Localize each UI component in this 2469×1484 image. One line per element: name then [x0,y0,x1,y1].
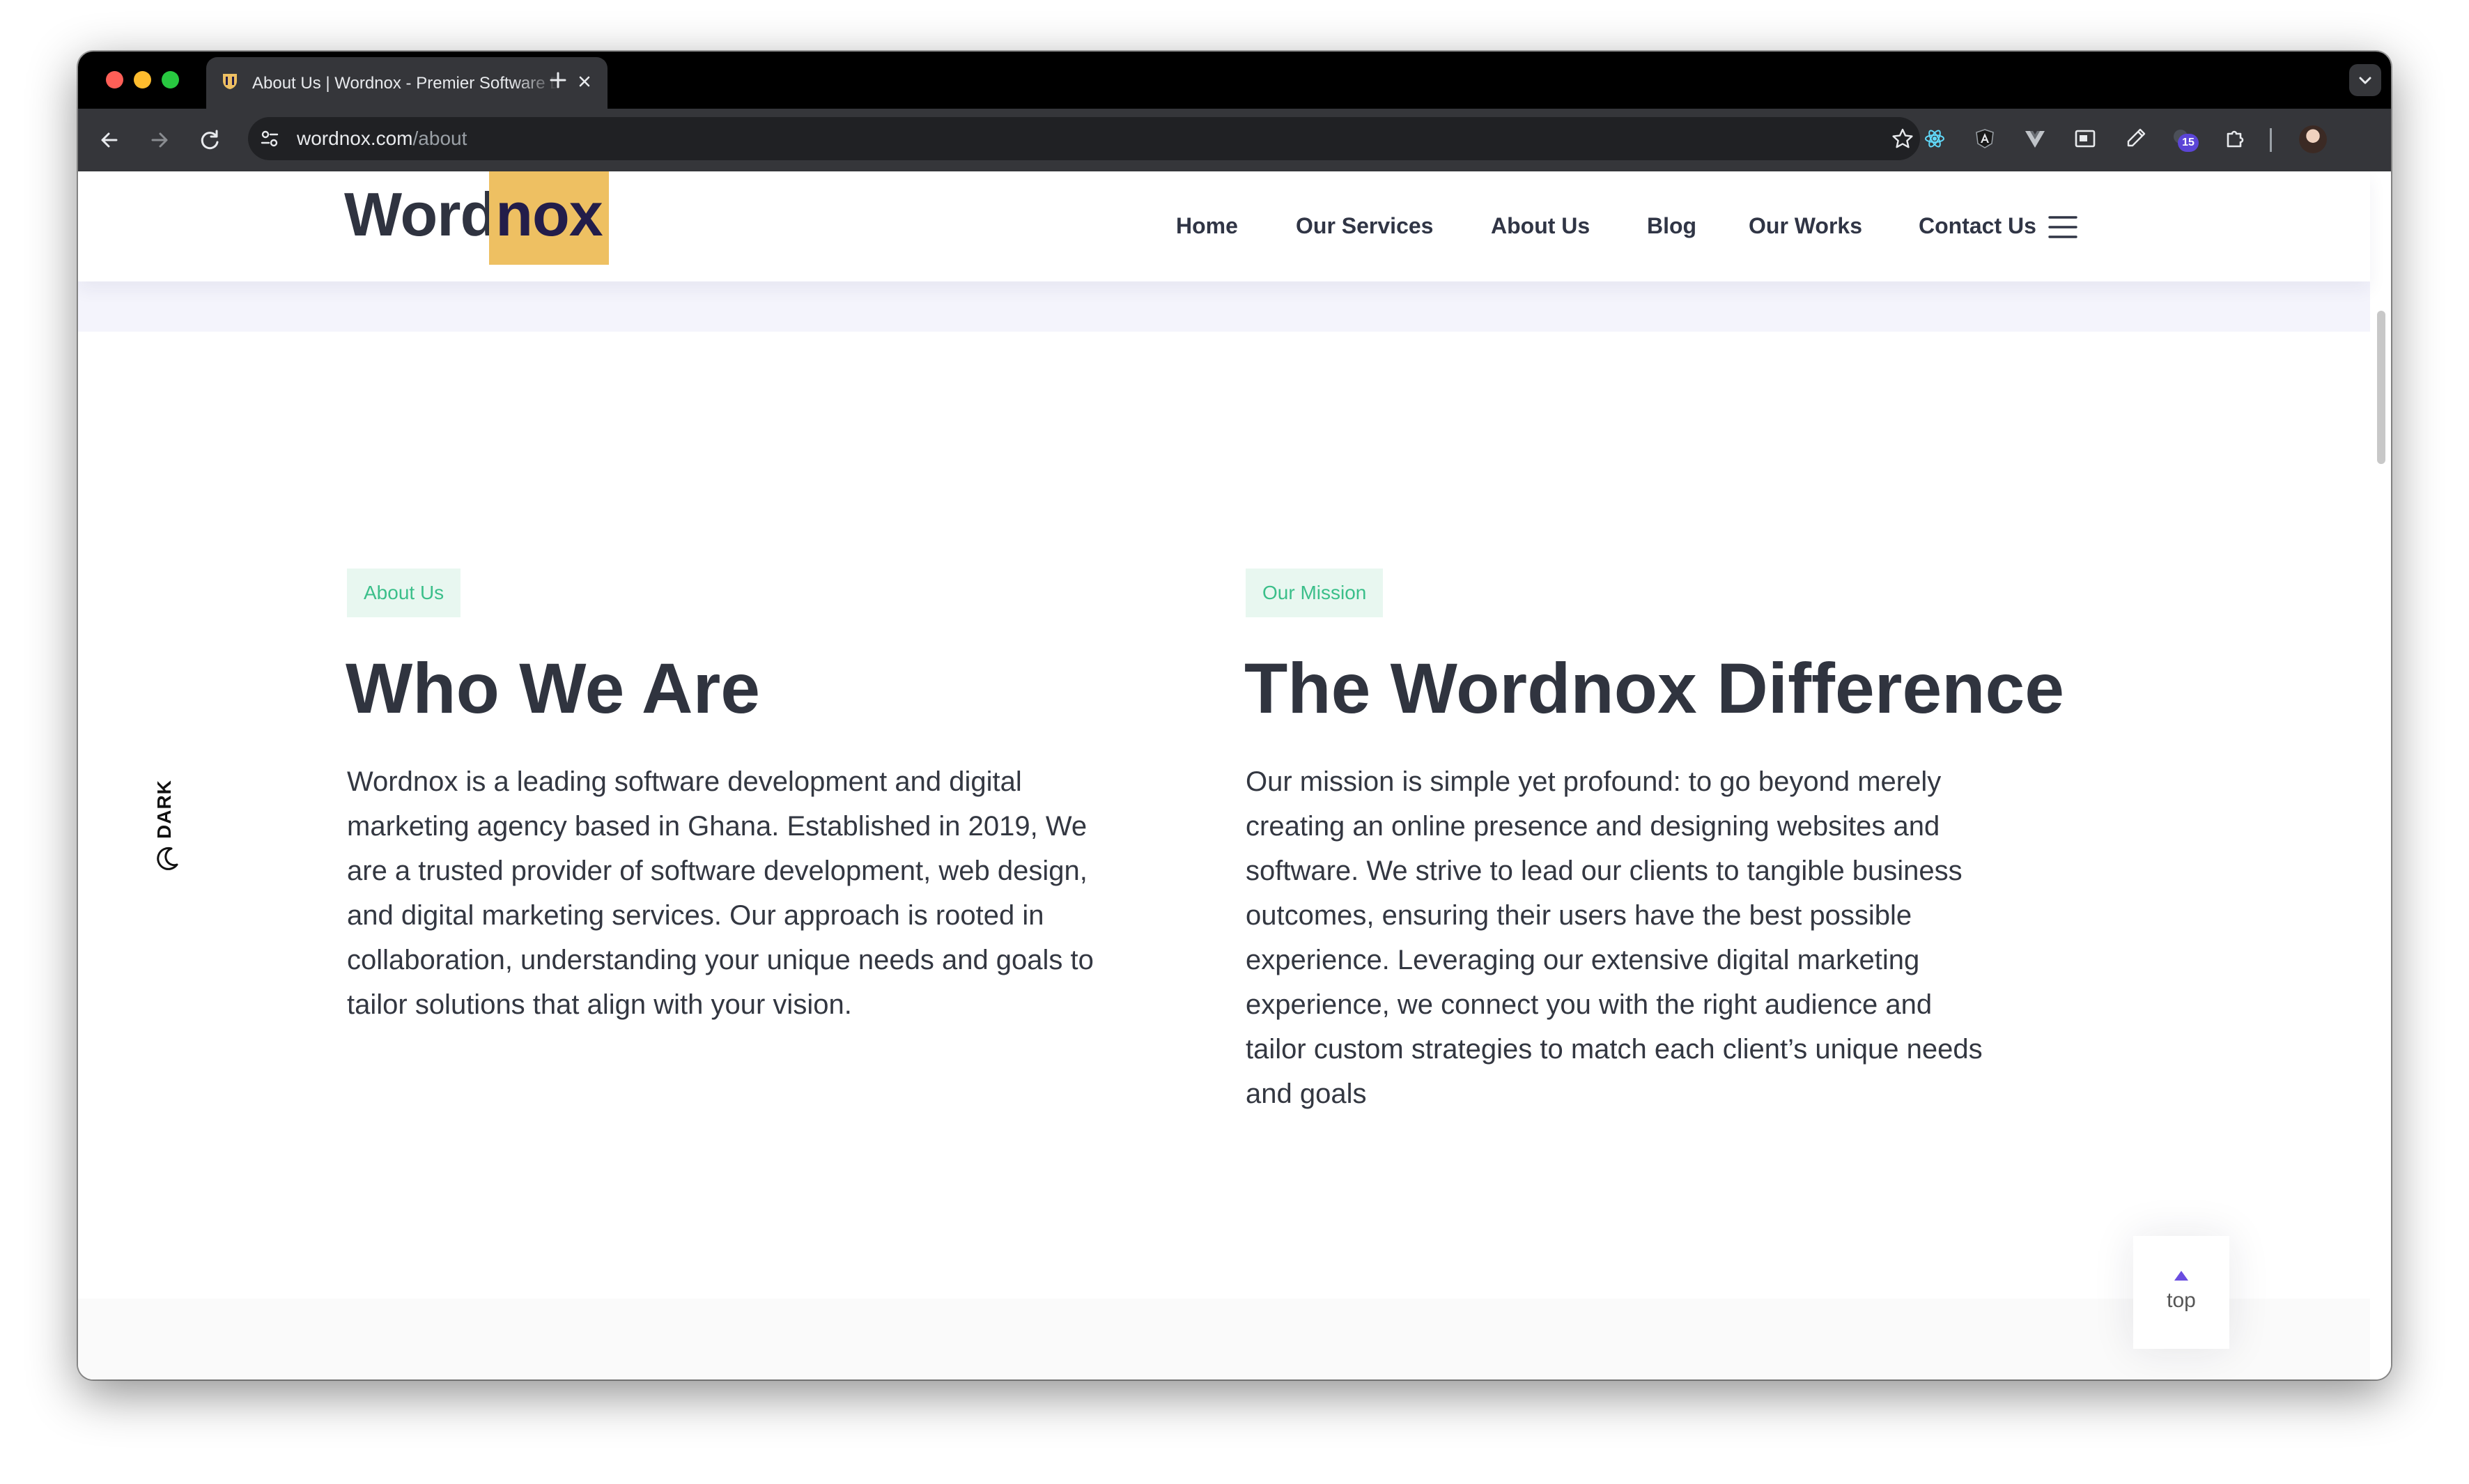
nav-contact-us[interactable]: Contact Us [1919,212,2036,240]
new-tab-icon[interactable] [546,68,570,92]
profile-avatar[interactable] [2299,125,2327,153]
url-path: /about [412,127,467,149]
minimize-window-button[interactable] [134,71,151,88]
vue-devtools-icon[interactable] [2020,124,2050,153]
about-paragraph: Wordnox is a leading software developmen… [347,766,1094,1020]
browser-window: About Us | Wordnox - Premier Software De… [78,52,2391,1379]
react-devtools-icon[interactable] [1920,124,1949,153]
color-picker-icon[interactable] [2121,124,2150,153]
page-scrollbar[interactable] [2370,171,2391,1379]
zoom-window-button[interactable] [162,71,179,88]
wordnox-difference-heading: The Wordnox Difference [1244,649,2064,728]
about-us-tag: About Us [347,569,461,617]
tab-strip: About Us | Wordnox - Premier Software De… [78,52,2391,109]
our-mission-tag: Our Mission [1246,569,1384,617]
extensions-puzzle-icon[interactable] [2221,124,2250,153]
bookmark-star-icon[interactable] [1891,127,1914,150]
back-arrow-icon[interactable] [95,125,124,155]
nav-about-us[interactable]: About Us [1491,212,1590,240]
tab-title: About Us | Wordnox - Premier Software De… [252,74,559,93]
next-section-band [78,1299,2370,1379]
site-favicon-icon [223,74,237,89]
arrow-up-icon [2174,1271,2188,1281]
browser-toolbar: wordnox.com/about [78,109,2391,171]
mission-paragraph: Our mission is simple yet profound: to g… [1246,766,1983,1109]
hamburger-icon[interactable] [2047,213,2079,241]
nav-home[interactable]: Home [1176,212,1238,240]
who-we-are-heading: Who We Are [346,649,761,728]
close-window-button[interactable] [106,71,123,88]
dark-mode-toggle[interactable]: DARK [148,769,189,881]
site-settings-icon[interactable] [259,128,280,149]
url-host: wordnox.com [297,127,413,149]
dark-mode-label: DARK [153,780,175,839]
forward-arrow-icon[interactable] [145,125,174,155]
address-bar[interactable]: wordnox.com/about [248,117,1920,160]
chevron-down-icon [2359,77,2371,84]
toolbar-divider [2270,128,2272,152]
close-tab-icon[interactable] [574,71,595,92]
site-header: Word nox Home Our Services About Us Blog… [78,171,2370,281]
scrollbar-thumb[interactable] [2377,311,2385,464]
back-to-top-label: top [2167,1289,2196,1312]
extension-count-badge: 15 [2178,134,2199,152]
nav-blog[interactable]: Blog [1647,212,1696,240]
angular-devtools-icon[interactable] [1970,124,1999,153]
moon-icon [157,847,178,870]
window-extension-icon[interactable] [2071,124,2100,153]
back-to-top-button[interactable]: top [2133,1236,2229,1349]
nav-our-services[interactable]: Our Services [1296,212,1433,240]
logo-word: Word [344,180,497,249]
logo-highlight: nox [489,171,609,265]
header-band [78,281,2370,332]
reload-icon[interactable] [195,125,224,155]
url-text: wordnox.com/about [297,126,467,151]
page-viewport: Word nox Home Our Services About Us Blog… [78,171,2391,1379]
nav-our-works[interactable]: Our Works [1749,212,1862,240]
tab-search-button[interactable] [2349,64,2381,96]
